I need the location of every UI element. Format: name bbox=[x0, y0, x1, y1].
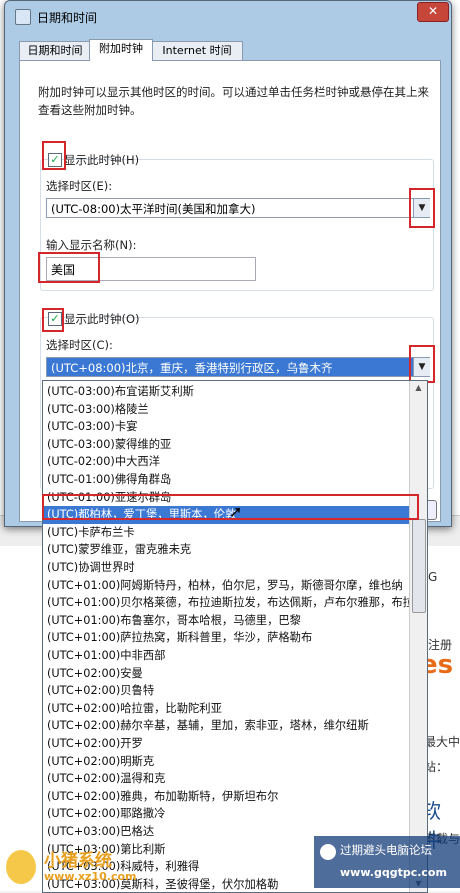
highlight-box bbox=[42, 141, 66, 170]
timezone-option[interactable]: (UTC+01:00)贝尔格莱德，布拉迪斯拉发，布达佩斯，卢布尔雅那，布拉格 bbox=[43, 594, 413, 612]
title-bar[interactable]: 日期和时间 ✕ bbox=[5, 1, 451, 31]
clock-icon bbox=[15, 9, 31, 25]
tab-date-time[interactable]: 日期和时间 bbox=[19, 41, 91, 60]
forum-logo-icon bbox=[320, 844, 336, 860]
timezone-option[interactable]: (UTC+02:00)哈拉雷，比勒陀利亚 bbox=[43, 700, 413, 718]
clock1-timezone-label: 选择时区(E): bbox=[46, 179, 113, 193]
timezone-option[interactable]: (UTC)蒙罗维亚，雷克雅未克 bbox=[43, 541, 413, 559]
scrollbar[interactable]: ▲ ▼ bbox=[409, 381, 427, 892]
timezone-option[interactable]: (UTC-03:00)蒙得维的亚 bbox=[43, 436, 413, 454]
clock1-show-label: 显示此时钟(H) bbox=[64, 153, 140, 167]
highlight-box bbox=[409, 345, 435, 383]
timezone-option[interactable]: (UTC+02:00)安曼 bbox=[43, 665, 413, 683]
timezone-option[interactable]: (UTC-02:00)中大西洋 bbox=[43, 453, 413, 471]
highlight-box bbox=[409, 188, 435, 228]
highlight-box bbox=[38, 252, 100, 283]
watermark-left: 小猪系统 bbox=[44, 851, 112, 871]
clock1-timezone-select[interactable]: (UTC-08:00)太平洋时间(美国和加拿大) bbox=[46, 198, 430, 218]
close-button[interactable]: ✕ bbox=[417, 2, 449, 22]
timezone-option[interactable]: (UTC-01:00)佛得角群岛 bbox=[43, 471, 413, 489]
clock1-name-label: 输入显示名称(N): bbox=[46, 238, 137, 252]
timezone-option[interactable]: (UTC+01:00)布鲁塞尔，哥本哈根，马德里，巴黎 bbox=[43, 612, 413, 630]
timezone-option[interactable]: (UTC+02:00)温得和克 bbox=[43, 770, 413, 788]
scrollbar-thumb[interactable] bbox=[412, 519, 426, 613]
timezone-option[interactable]: (UTC+02:00)耶路撒冷 bbox=[43, 805, 413, 823]
watermark-right-bg: 过期避头电脑论坛 www.gqgtpc.com bbox=[314, 836, 460, 888]
background-text: 最大中 bbox=[424, 735, 460, 749]
watermark-left-url: www.xz10.com bbox=[44, 870, 137, 883]
timezone-option[interactable]: (UTC+02:00)贝鲁特 bbox=[43, 682, 413, 700]
clock2-timezone-label: 选择时区(C): bbox=[46, 338, 113, 352]
timezone-dropdown-list[interactable]: (UTC+03:00)莫斯科，圣彼得堡，伏尔加格勒 (UTC+03:00)科威特，… bbox=[42, 380, 428, 893]
tab-additional-clocks[interactable]: 附加时钟 bbox=[89, 39, 153, 61]
watermark-right: 过期避头电脑论坛 bbox=[340, 843, 432, 857]
timezone-option[interactable]: (UTC+02:00)明斯克 bbox=[43, 753, 413, 771]
window-title: 日期和时间 bbox=[37, 11, 98, 25]
clock1-timezone-value: (UTC-08:00)太平洋时间(美国和加拿大) bbox=[51, 202, 256, 216]
timezone-option[interactable]: (UTC)协调世界时 bbox=[43, 559, 413, 577]
clock2-timezone-value: (UTC+08:00)北京，重庆，香港特别行政区，乌鲁木齐 bbox=[51, 361, 333, 375]
timezone-option[interactable]: (UTC-03:00)卡宴 bbox=[43, 418, 413, 436]
clock2-timezone-select[interactable]: (UTC+08:00)北京，重庆，香港特别行政区，乌鲁木齐 bbox=[46, 357, 430, 377]
clock2-show-label: 显示此时钟(O) bbox=[64, 312, 140, 326]
timezone-option[interactable]: (UTC+02:00)开罗 bbox=[43, 735, 413, 753]
timezone-option[interactable]: (UTC+01:00)萨拉热窝，斯科普里，华沙，萨格勒布 bbox=[43, 629, 413, 647]
panel-description: 附加时钟可以显示其他时区的时间。可以通过单击任务栏时钟或悬停在其上来查看这些附加… bbox=[38, 85, 429, 117]
mouse-cursor-icon: ➚ bbox=[229, 502, 243, 521]
highlight-box bbox=[42, 308, 64, 332]
timezone-option[interactable]: (UTC-03:00)格陵兰 bbox=[43, 401, 413, 419]
background-text: G bbox=[428, 570, 438, 584]
timezone-option[interactable]: (UTC-03:00)布宜诺斯艾利斯 bbox=[43, 383, 413, 401]
scroll-up-icon[interactable]: ▲ bbox=[410, 381, 427, 395]
tab-internet-time[interactable]: Internet 时间 bbox=[151, 41, 243, 60]
watermark-right-url: www.gqgtpc.com bbox=[340, 866, 447, 879]
timezone-option[interactable]: (UTC+01:00)中非西部 bbox=[43, 647, 413, 665]
timezone-option[interactable]: (UTC+02:00)赫尔辛基，基辅，里加，索非亚，塔林，维尔纽斯 bbox=[43, 717, 413, 735]
mascot-icon bbox=[6, 850, 36, 884]
timezone-option[interactable]: (UTC+02:00)雅典，布加勒斯特，伊斯坦布尔 bbox=[43, 788, 413, 806]
timezone-option[interactable]: (UTC+01:00)阿姆斯特丹，柏林，伯尔尼，罗马，斯德哥尔摩，维也纳 bbox=[43, 577, 413, 595]
timezone-option[interactable]: (UTC)卡萨布兰卡 bbox=[43, 524, 413, 542]
